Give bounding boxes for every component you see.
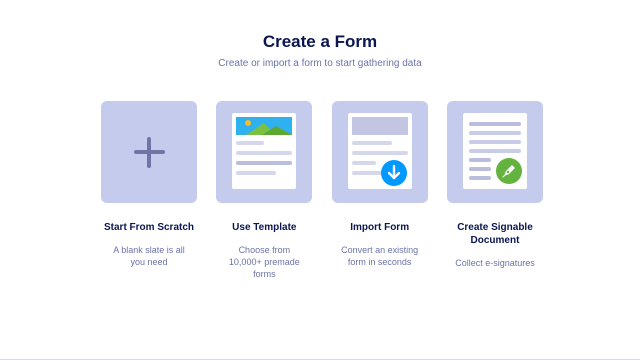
create-signable-document-label: Create Signable Document <box>457 222 533 246</box>
page-title: Create a Form <box>262 32 378 51</box>
page-subtitle: Create or import a form to start gatheri… <box>218 58 422 69</box>
import-form-label: Import Form <box>350 222 410 233</box>
download-arrow-icon <box>380 160 407 186</box>
plus-icon <box>101 101 197 203</box>
use-template-card[interactable]: Use Template Choose from 10,000+ premade… <box>216 101 313 280</box>
create-signable-document-card[interactable]: Create Signable Document Collect e-signa… <box>446 101 543 280</box>
pen-signature-icon <box>495 158 522 184</box>
template-document-icon <box>232 113 297 189</box>
start-from-scratch-card[interactable]: Start From Scratch A blank slate is all … <box>101 101 197 280</box>
start-from-scratch-tile[interactable] <box>101 101 197 203</box>
use-template-tile[interactable] <box>216 101 313 203</box>
start-from-scratch-description: A blank slate is all you need <box>113 245 185 267</box>
use-template-label: Use Template <box>232 222 297 233</box>
create-options: Start From Scratch A blank slate is all … <box>101 101 543 280</box>
create-signable-document-tile[interactable] <box>446 101 543 203</box>
start-from-scratch-label: Start From Scratch <box>103 222 195 233</box>
import-form-tile[interactable] <box>331 101 428 203</box>
create-form-page: Create a Form Create or import a form to… <box>0 0 640 360</box>
image-placeholder-icon <box>236 117 293 135</box>
import-form-card[interactable]: Import Form Convert an existing form in … <box>331 101 428 280</box>
use-template-description: Choose from 10,000+ premade forms <box>228 245 300 279</box>
create-signable-document-description: Collect e-signatures <box>455 258 535 268</box>
import-form-description: Convert an existing form in seconds <box>341 245 419 267</box>
